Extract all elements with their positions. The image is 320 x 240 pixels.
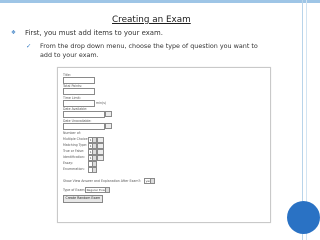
date-available-input[interactable] [63, 111, 105, 118]
time-unit-label: min(s) [96, 101, 107, 105]
bullet-1-text: First, you must add items to your exam. [25, 29, 163, 37]
date-unavailable-input[interactable] [63, 123, 105, 130]
show-answer-label: Show View Answer and Explanation After E… [63, 179, 142, 183]
chevron-down-icon [91, 156, 96, 160]
question-type-label: Matching Type: [63, 143, 88, 147]
type-of-exam-select[interactable]: Regular Exam [85, 187, 110, 193]
chevron-down-icon [91, 138, 96, 142]
create-random-exam-button[interactable]: Create Random Exam [63, 195, 103, 203]
check-bullet-icon: ✓ [26, 42, 32, 50]
chevron-down-icon [91, 162, 96, 166]
calendar-icon[interactable] [105, 111, 112, 117]
show-answer-select[interactable]: yes [144, 178, 155, 184]
number-of-label: Number of: [63, 131, 81, 135]
question-count-select[interactable] [88, 167, 97, 173]
question-type-label: True or False: [63, 149, 85, 153]
time-limit-input[interactable] [63, 100, 95, 107]
diamond-bullet-icon: ❖ [11, 30, 16, 36]
question-type-label: Essay: [63, 161, 74, 165]
question-type-label: Identification: [63, 155, 85, 159]
slide-title: Creating an Exam [112, 15, 191, 25]
question-type-label: Enumeration: [63, 167, 85, 171]
page-circle-decoration [287, 201, 320, 234]
bullet-2-line-2: add to your exam. [40, 51, 99, 59]
chevron-down-icon [91, 150, 96, 154]
bullet-2-line-1: From the drop down menu, choose the type… [40, 42, 258, 50]
title-input[interactable] [63, 77, 95, 84]
question-type-edit-icon[interactable] [97, 155, 104, 161]
chevron-down-icon [149, 179, 154, 183]
top-accent-rule [0, 0, 320, 3]
bullet-2-text: From the drop down menu, choose the type… [40, 42, 258, 60]
chevron-down-icon [104, 188, 109, 192]
type-of-exam-label: Type of Exam: [63, 188, 86, 192]
chevron-down-icon [91, 168, 96, 172]
total-points-input[interactable] [63, 88, 95, 95]
question-type-label: Multiple Choice: [63, 137, 89, 141]
exam-form-screenshot: Title: Total Points: Time Limit: min(s) … [57, 67, 271, 223]
chevron-down-icon [91, 144, 96, 148]
calendar-icon[interactable] [105, 123, 112, 129]
